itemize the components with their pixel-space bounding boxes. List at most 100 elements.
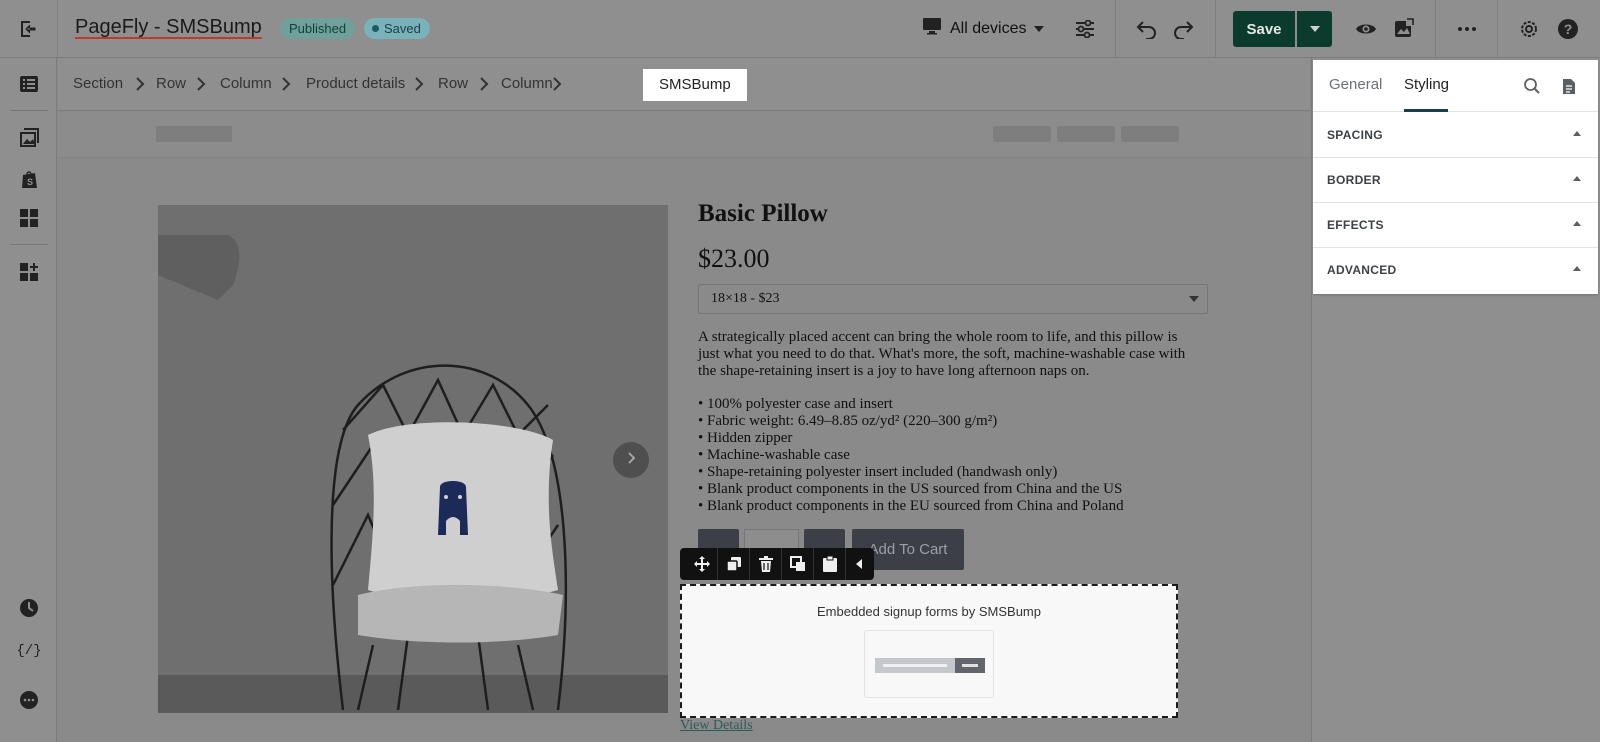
document-icon[interactable] [1556,73,1582,99]
move-icon[interactable] [686,548,718,580]
list-item: • 100% polyester case and insert [698,396,893,412]
caret-down-icon [1309,20,1320,38]
duplicate-icon[interactable] [718,548,750,580]
paste-icon[interactable] [814,548,846,580]
nav-placeholder [993,126,1051,142]
view-details-link[interactable]: View Details [680,718,753,734]
undo-icon[interactable] [1132,14,1162,44]
signup-form-preview [864,630,994,698]
divider [1497,0,1498,58]
product-feature-list[interactable]: • 100% polyester case and insert • Fabri… [698,396,1198,515]
breadcrumb-item-row[interactable]: Row [156,75,186,92]
code-icon[interactable]: {/} [14,634,44,664]
page-title: PageFly - SMSBump [75,16,262,38]
eye-icon[interactable] [1351,14,1381,44]
device-selector[interactable]: All devices [922,17,1045,40]
signup-button-preview [955,658,985,673]
product-image[interactable] [158,205,668,713]
section-label: ADVANCED [1327,263,1397,277]
header-placeholder [58,112,1310,158]
redo-icon[interactable] [1168,14,1198,44]
chevron-right-icon [197,77,206,91]
history-icon[interactable] [14,593,44,623]
delete-icon[interactable] [750,548,782,580]
logo-placeholder [156,126,232,142]
element-toolbar [680,548,874,580]
desktop-icon [922,17,942,40]
page-outline-icon[interactable] [14,69,44,99]
section-label: BORDER [1327,173,1381,187]
save-button[interactable]: Save [1233,11,1295,47]
editor-canvas[interactable]: Basic Pillow $23.00 18×18 - $23 A strate… [58,112,1310,742]
chevron-right-icon [553,77,562,91]
product-photo-chair-pillow [158,205,668,713]
divider [10,110,48,111]
device-selector-label: All devices [950,19,1027,37]
breadcrumb-item-section[interactable]: Section [73,75,123,92]
signup-input-preview [875,658,955,673]
divider [10,244,48,245]
breadcrumb: Section Row Column Product details Row C… [58,58,1310,111]
chevron-right-icon [480,77,489,91]
section-effects[interactable]: EFFECTS [1313,202,1598,248]
product-title[interactable]: Basic Pillow [698,200,828,228]
divider [1435,0,1436,58]
caret-up-icon [1573,266,1581,271]
status-badge-saved: Saved [364,18,430,39]
widget-label: Embedded signup forms by SMSBump [817,604,1041,619]
shopify-icon[interactable]: S [14,164,44,194]
list-item: • Blank product components in the US sou… [698,481,1123,497]
product-description[interactable]: A strategically placed accent can bring … [698,329,1198,380]
tab-styling[interactable]: Styling [1404,76,1449,93]
list-item: • Shape-retaining polyester insert inclu… [698,464,1058,480]
breadcrumb-item-column[interactable]: Column [220,75,272,92]
svg-text:?: ? [1564,21,1573,37]
exit-icon[interactable] [14,15,42,43]
smsbump-signup-widget[interactable]: Embedded signup forms by SMSBump [680,584,1178,718]
divider [57,0,58,58]
panel-tabs: General Styling [1313,60,1598,112]
search-icon[interactable] [1519,73,1545,99]
save-options-button[interactable] [1297,11,1332,47]
left-sidebar: S {/} [0,58,57,742]
breadcrumb-item-row[interactable]: Row [438,75,468,92]
carousel-next-button[interactable] [613,442,649,478]
help-icon[interactable]: ? [1553,14,1583,44]
breadcrumb-item-active[interactable]: SMSBump [643,69,747,101]
list-item: • Fabric weight: 6.49–8.85 oz/yd² (220–3… [698,413,998,429]
tab-general[interactable]: General [1329,76,1382,93]
breadcrumb-item-product-details[interactable]: Product details [306,75,405,92]
divider [1215,0,1216,58]
variant-select[interactable]: 18×18 - $23 [698,284,1208,314]
divider [1115,0,1116,58]
styling-panel: General Styling SPACING BORDER EFFECTS A… [1313,60,1598,294]
top-bar: PageFly - SMSBump Published Saved All de… [0,0,1600,58]
caret-up-icon [1573,221,1581,226]
nav-placeholder [1121,126,1179,142]
variant-select-value: 18×18 - $23 [711,291,780,306]
breadcrumb-item-column[interactable]: Column [501,75,553,92]
caret-up-icon [1573,131,1581,136]
status-badge-published: Published [280,18,356,39]
section-advanced[interactable]: ADVANCED [1313,247,1598,293]
grid-icon[interactable] [14,203,44,233]
image-library-icon[interactable] [14,123,44,153]
section-spacing[interactable]: SPACING [1313,112,1598,158]
collapse-icon[interactable] [846,548,872,580]
section-border[interactable]: BORDER [1313,157,1598,203]
settings-icon[interactable] [1514,14,1544,44]
more-icon[interactable] [1452,14,1482,44]
chat-icon[interactable] [14,685,44,715]
chevron-right-icon [415,77,424,91]
list-item: • Machine-washable case [698,447,850,463]
sliders-icon[interactable] [1070,14,1100,44]
chevron-right-icon [282,77,291,91]
svg-text:S: S [27,177,33,187]
list-item: • Blank product components in the EU sou… [698,498,1124,514]
product-price[interactable]: $23.00 [698,244,770,274]
add-section-icon[interactable] [14,257,44,287]
copy-icon[interactable] [782,548,814,580]
section-label: SPACING [1327,128,1383,142]
caret-up-icon [1573,176,1581,181]
publish-icon[interactable] [1389,13,1419,43]
